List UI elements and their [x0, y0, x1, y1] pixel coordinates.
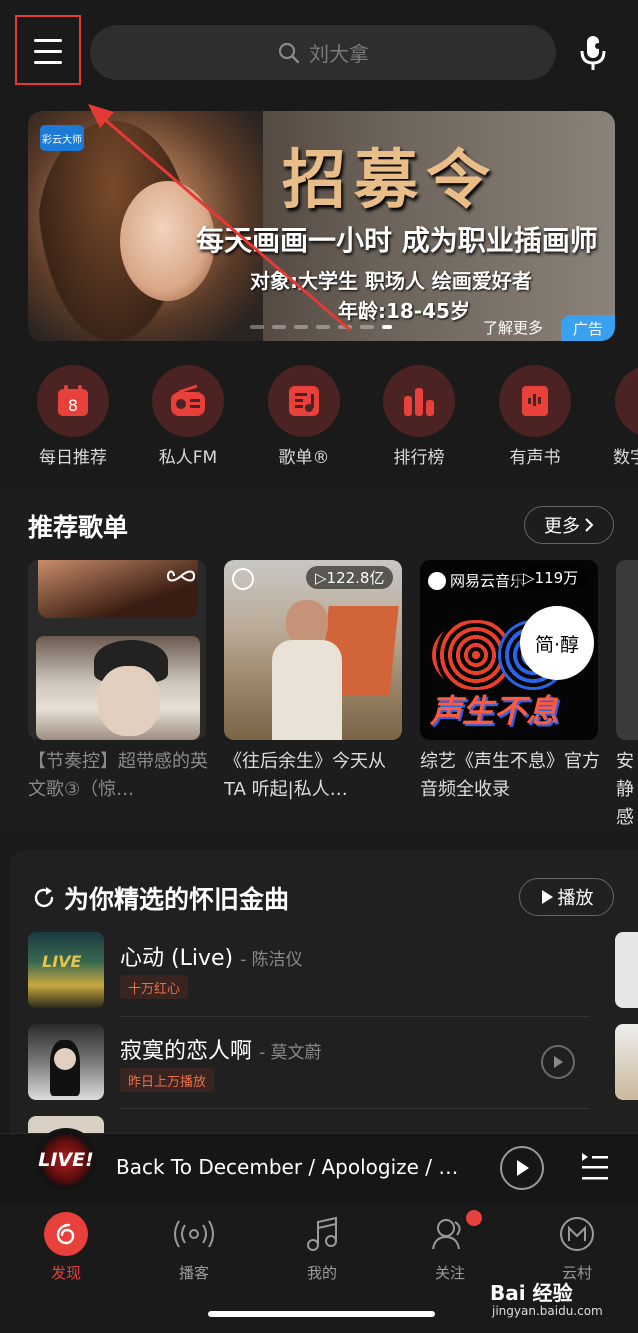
entry-label: 歌单®	[278, 448, 330, 468]
svg-text:8: 8	[68, 396, 78, 415]
song-row[interactable]: 心动 (Live) - 陈洁仪	[120, 940, 303, 972]
playlist-caption: 综艺《声生不息》官方音频全收录	[420, 751, 600, 800]
cover-circle-text: 简·醇	[520, 606, 594, 680]
menu-button[interactable]	[20, 20, 76, 80]
ad-logo: 彩云大师	[40, 125, 84, 151]
tab-label: 发现	[50, 1264, 81, 1282]
play-count: ▷119万	[514, 566, 588, 589]
more-button[interactable]: 更多	[524, 506, 614, 544]
playlist-card[interactable]: ▷122.8亿	[224, 560, 402, 740]
entry-label: 数字	[613, 448, 638, 468]
playlist-caption: 安静感	[616, 751, 634, 828]
playlist-caption: 《往后余生》今天从TA 听起|私人…	[224, 751, 386, 800]
next-column-cover	[615, 1024, 638, 1100]
tab-discover[interactable]: 发现	[26, 1212, 106, 1283]
playlist-caption: 【节奏控】超带感的英文歌③（惊…	[28, 751, 208, 800]
song-artist: - 陈洁仪	[240, 950, 303, 970]
next-column-cover	[615, 932, 638, 1008]
song-artist: - 莫文蔚	[259, 1043, 322, 1063]
entry-digital[interactable]: 数字	[605, 365, 638, 468]
netease-logo-icon	[44, 1212, 88, 1256]
song-cover[interactable]	[28, 1024, 104, 1100]
podcast-icon	[172, 1212, 216, 1256]
ad-tag: 广告	[561, 315, 615, 341]
hamburger-icon	[34, 39, 62, 42]
tab-mine[interactable]: 我的	[282, 1212, 362, 1283]
entry-daily[interactable]: 8 每日推荐	[28, 365, 118, 468]
infinity-icon	[166, 570, 196, 582]
playlist-card[interactable]: 网易云音乐 ▷119万 简·醇 声生不息	[420, 560, 598, 740]
song-row[interactable]: 寂寞的恋人啊 - 莫文蔚	[120, 1033, 322, 1065]
hamburger-line	[34, 61, 62, 64]
play-all-button[interactable]: 播放	[519, 878, 614, 916]
home-indicator[interactable]	[208, 1311, 435, 1317]
cloud-village-icon	[555, 1212, 599, 1256]
radio-icon	[152, 365, 224, 437]
watermark-url: jingyan.baidu.com	[492, 1304, 603, 1318]
more-label: 更多	[544, 516, 580, 537]
entry-label: 排行榜	[393, 448, 445, 468]
chevron-right-icon	[585, 518, 594, 532]
play-count: ▷122.8亿	[306, 566, 394, 589]
play-icon	[541, 890, 553, 904]
play-all-label: 播放	[557, 888, 594, 909]
song-title: 心动 (Live)	[120, 946, 234, 971]
entry-fm[interactable]: 私人FM	[143, 365, 233, 468]
tab-podcast[interactable]: 播客	[154, 1212, 234, 1283]
search-placeholder: 刘大拿	[309, 42, 369, 66]
brand-row: 网易云音乐	[428, 570, 525, 591]
notification-dot	[466, 1210, 482, 1226]
playlist-card[interactable]	[616, 560, 638, 740]
calendar-icon: 8	[37, 365, 109, 437]
entry-charts[interactable]: 排行榜	[374, 365, 464, 468]
now-playing-title[interactable]: Back To December / Apologize / …	[116, 1155, 462, 1179]
chart-bars-icon	[383, 365, 455, 437]
song-tag: 十万红心	[120, 975, 189, 999]
cover-title: 声生不息	[430, 692, 559, 730]
ad-learn-more[interactable]: 了解更多	[483, 317, 543, 338]
tab-label: 我的	[306, 1264, 337, 1282]
tab-label: 播客	[178, 1264, 209, 1282]
collage-photo	[36, 636, 200, 740]
entry-label: 每日推荐	[39, 448, 107, 468]
tab-label: 关注	[434, 1264, 465, 1282]
annotation-arrow	[88, 104, 351, 332]
music-note-icon	[300, 1212, 344, 1256]
entry-playlist[interactable]: 歌单®	[259, 365, 349, 468]
player-play-button[interactable]	[500, 1146, 544, 1190]
song-play-button[interactable]	[541, 1045, 575, 1079]
divider	[120, 1016, 590, 1017]
carousel-dot	[360, 325, 374, 329]
playlist-queue-icon[interactable]	[580, 1151, 610, 1183]
play-icon	[554, 1056, 563, 1068]
song-title: 寂寞的恋人啊	[120, 1039, 253, 1064]
golden-title-text: 为你精选的怀旧金曲	[64, 885, 290, 914]
golden-title: 为你精选的怀旧金曲	[32, 880, 289, 916]
hamburger-line	[34, 50, 62, 53]
play-icon	[517, 1160, 529, 1176]
entry-audiobook[interactable]: 有声书	[490, 365, 580, 468]
carousel-dot-active	[382, 325, 392, 329]
playlist-icon	[268, 365, 340, 437]
cover-person-body	[272, 640, 342, 740]
entry-label: 私人FM	[158, 448, 218, 468]
netease-logo-icon	[232, 568, 254, 590]
watermark: Bai 经验	[490, 1281, 573, 1305]
divider	[120, 1108, 590, 1109]
refresh-icon[interactable]	[32, 886, 56, 910]
song-tag: 昨日上万播放	[120, 1068, 215, 1092]
recommend-title: 推荐歌单	[28, 513, 129, 542]
song-cover[interactable]: LIVE	[28, 932, 104, 1008]
search-icon	[278, 42, 300, 63]
album-icon	[615, 365, 638, 437]
tab-cloud-village[interactable]: 云村	[537, 1212, 617, 1283]
book-icon	[499, 365, 571, 437]
netease-logo-icon	[428, 571, 446, 590]
playlist-card[interactable]	[28, 560, 206, 740]
mic-icon[interactable]	[578, 34, 608, 72]
entry-label: 有声书	[509, 448, 561, 468]
player-disc[interactable]: LIVE!	[34, 1128, 98, 1192]
search-bar[interactable]: 刘大拿	[90, 25, 556, 80]
